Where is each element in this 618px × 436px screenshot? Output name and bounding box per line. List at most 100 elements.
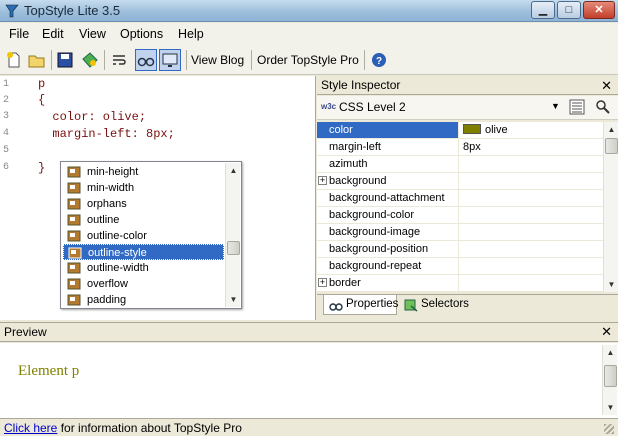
svg-text:?: ? (376, 56, 382, 67)
property-value[interactable] (461, 190, 603, 206)
property-value[interactable] (461, 224, 603, 240)
preview-scrollbar[interactable]: ▲ ▼ (602, 345, 617, 415)
autocomplete-item[interactable]: overflow (63, 276, 224, 292)
wrap-button[interactable] (108, 49, 130, 71)
scroll-up-icon[interactable]: ▲ (226, 163, 241, 178)
code-line: p (38, 77, 46, 91)
expand-plus-icon[interactable]: + (318, 176, 327, 185)
preview-button[interactable] (159, 49, 181, 71)
autocomplete-item[interactable]: padding (63, 292, 224, 308)
chevron-down-icon[interactable]: ▼ (551, 101, 560, 111)
minimize-button[interactable]: ▁ (531, 1, 555, 19)
search-button[interactable] (595, 99, 611, 115)
property-row-border[interactable]: + border (317, 275, 603, 292)
property-grid[interactable]: color olive margin-left 8px azimuth + bac… (317, 122, 618, 292)
close-icon[interactable]: ✕ (601, 323, 612, 341)
expand-plus-icon[interactable]: + (318, 278, 327, 287)
properties-icon (329, 303, 343, 311)
help-icon: ? (372, 53, 386, 67)
scroll-down-icon[interactable]: ▼ (604, 277, 618, 292)
autocomplete-item[interactable]: outline-color (63, 228, 224, 244)
property-grid-scrollbar[interactable]: ▲ ▼ (603, 122, 618, 292)
menu-edit[interactable]: Edit (42, 27, 64, 41)
property-name: color (317, 122, 459, 138)
property-row-margin-left[interactable]: margin-left 8px (317, 139, 603, 156)
scroll-thumb[interactable] (605, 138, 618, 154)
close-button[interactable]: ✕ (583, 1, 615, 19)
tag-icon (82, 52, 98, 68)
new-button[interactable] (3, 49, 25, 71)
resize-grip-icon[interactable] (604, 424, 614, 434)
property-icon (67, 182, 81, 194)
line-number: 6 (3, 162, 10, 173)
save-button[interactable] (54, 49, 76, 71)
topstyle-app-icon (5, 4, 19, 18)
property-row-background-position[interactable]: background-position (317, 241, 603, 258)
scroll-thumb[interactable] (604, 365, 617, 387)
autocomplete-item[interactable]: outline-width (63, 260, 224, 276)
property-row-background-color[interactable]: background-color (317, 207, 603, 224)
property-row-azimuth[interactable]: azimuth (317, 156, 603, 173)
autocomplete-item[interactable]: min-width (63, 180, 224, 196)
property-row-color[interactable]: color olive (317, 122, 603, 139)
autocomplete-list[interactable]: min-height min-width orphans outline out… (60, 161, 242, 309)
tag-button[interactable] (79, 49, 101, 71)
scroll-up-icon[interactable]: ▲ (603, 345, 618, 360)
maximize-button[interactable]: □ (557, 1, 581, 19)
scroll-down-icon[interactable]: ▼ (226, 292, 241, 307)
app-window: TopStyle Lite 3.5 ▁ □ ✕ File Edit View O… (0, 0, 618, 436)
status-bar: Click here for information about TopStyl… (0, 418, 618, 436)
split-view-button[interactable] (135, 49, 157, 71)
property-icon (67, 294, 81, 306)
menu-file[interactable]: File (9, 27, 29, 41)
property-value[interactable] (461, 275, 603, 291)
list-icon (569, 99, 585, 115)
order-pro-button[interactable]: Order TopStyle Pro (257, 53, 359, 67)
line-number-gutter: 1 2 3 4 5 6 (0, 76, 28, 320)
property-name: + background (317, 173, 459, 189)
tab-properties[interactable]: Properties (323, 295, 398, 315)
style-inspector-panel: Style Inspector ✕ w3c CSS Level 2 ▼ colo… (317, 76, 618, 320)
scroll-up-icon[interactable]: ▲ (604, 122, 618, 137)
search-icon (596, 100, 610, 114)
property-value[interactable] (461, 258, 603, 274)
menu-options[interactable]: Options (120, 27, 163, 41)
autocomplete-item[interactable]: orphans (63, 196, 224, 212)
tab-selectors[interactable]: Selectors (399, 295, 475, 315)
scroll-thumb[interactable] (227, 241, 240, 255)
menu-view[interactable]: View (79, 27, 106, 41)
property-row-background[interactable]: + background (317, 173, 603, 190)
autocomplete-item[interactable]: min-height (63, 164, 224, 180)
property-name: background-repeat (317, 258, 459, 274)
open-button[interactable] (26, 49, 48, 71)
toolbar-separator (186, 50, 187, 70)
click-here-link[interactable]: Click here (4, 421, 57, 435)
property-list-icon[interactable] (569, 99, 585, 115)
property-icon (67, 166, 81, 178)
css-level-selector[interactable]: w3c CSS Level 2 ▼ (317, 96, 618, 120)
menu-help[interactable]: Help (178, 27, 204, 41)
preview-title: Preview (4, 325, 47, 339)
property-value[interactable] (461, 173, 603, 189)
help-button[interactable]: ? (368, 49, 390, 71)
close-icon[interactable]: ✕ (601, 76, 612, 95)
property-row-background-attachment[interactable]: background-attachment (317, 190, 603, 207)
title-bar[interactable]: TopStyle Lite 3.5 ▁ □ ✕ (0, 0, 618, 22)
view-blog-button[interactable]: View Blog (191, 53, 244, 67)
property-value[interactable]: olive (461, 122, 603, 138)
autocomplete-item-selected[interactable]: outline-style (63, 244, 224, 260)
preview-header: Preview ✕ (0, 322, 618, 342)
close-icon: ✕ (594, 4, 604, 16)
property-value[interactable] (461, 156, 603, 172)
property-row-background-image[interactable]: background-image (317, 224, 603, 241)
autocomplete-scrollbar[interactable]: ▲ ▼ (225, 163, 240, 307)
autocomplete-item[interactable]: outline (63, 212, 224, 228)
property-name: azimuth (317, 156, 459, 172)
preview-pane[interactable]: Element p ▲ ▼ (0, 343, 618, 418)
property-value[interactable] (461, 207, 603, 223)
property-value[interactable]: 8px (461, 139, 603, 155)
property-row-background-repeat[interactable]: background-repeat (317, 258, 603, 275)
scroll-down-icon[interactable]: ▼ (603, 400, 618, 415)
property-value[interactable] (461, 241, 603, 257)
line-number: 5 (3, 145, 10, 156)
